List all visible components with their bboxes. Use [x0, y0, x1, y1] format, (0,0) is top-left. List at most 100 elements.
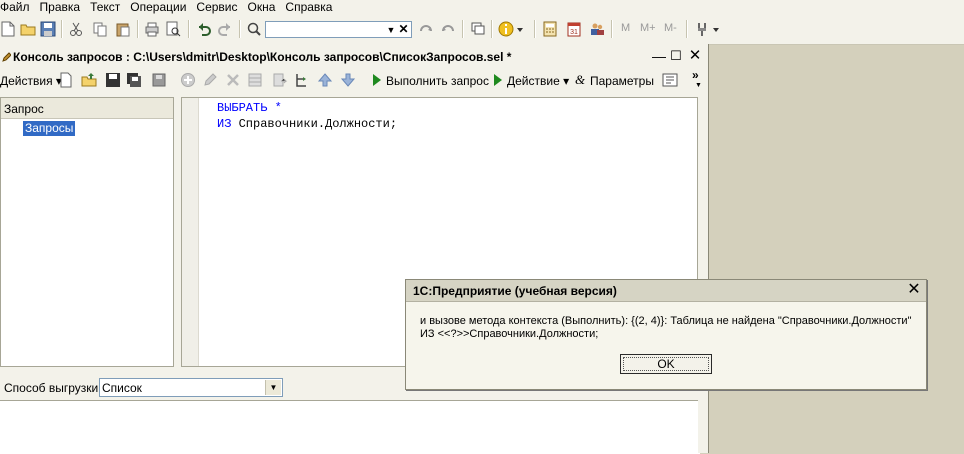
result-area[interactable]	[0, 400, 700, 454]
open-icon[interactable]	[81, 72, 97, 88]
menu-edit[interactable]: Правка	[35, 0, 86, 14]
undo-icon[interactable]	[196, 21, 212, 37]
hierarchy-icon[interactable]	[293, 72, 309, 88]
export-method-select[interactable]: Список ▼	[99, 378, 283, 397]
chevron-down-icon[interactable]	[516, 26, 524, 34]
dialog-title: 1С:Предприятие (учебная версия)	[413, 284, 617, 298]
memory-minus-button[interactable]: M-	[664, 22, 677, 34]
tools-icon[interactable]	[694, 21, 710, 37]
search-combo[interactable]: ▼ ✕	[265, 21, 412, 38]
select-star: *	[274, 101, 282, 115]
dialog-title-bar: 1С:Предприятие (учебная версия) ✕	[406, 280, 926, 302]
paste-icon[interactable]	[115, 21, 131, 37]
menu-text[interactable]: Текст	[85, 0, 125, 14]
close-icon[interactable]: ✕	[398, 22, 409, 37]
toolbar-separator	[137, 20, 139, 38]
console-scrollbar[interactable]	[698, 97, 708, 453]
find-previous-icon[interactable]	[418, 21, 434, 37]
chevron-down-icon[interactable]: ▼	[265, 380, 281, 395]
calculator-icon[interactable]	[542, 21, 558, 37]
error-dialog: 1С:Предприятие (учебная версия) ✕ и вызо…	[405, 279, 927, 390]
console-toolbar: Действия ▾ Выполнить запрос Действие ▾ &…	[0, 68, 708, 92]
toolbar-separator	[491, 20, 493, 38]
text-format-icon[interactable]	[662, 72, 678, 88]
chevron-down-icon[interactable]: ▼	[386, 24, 396, 36]
query-console-window: Консоль запросов : C:\Users\dmitr\Deskto…	[0, 44, 709, 454]
chevron-down-icon[interactable]: ▼	[695, 82, 702, 89]
info-icon[interactable]	[498, 21, 514, 37]
table-icon[interactable]	[247, 72, 263, 88]
save-as-icon[interactable]	[126, 72, 142, 88]
export-method-value: Список	[102, 381, 142, 395]
windows-icon[interactable]	[470, 21, 486, 37]
overflow-chevron-icon[interactable]: »	[692, 68, 699, 82]
dialog-message-line1: и вызове метода контекста (Выполнить): {…	[420, 315, 912, 327]
toolbar-separator	[534, 20, 536, 38]
delete-icon[interactable]	[225, 72, 241, 88]
document-arrow-icon[interactable]	[272, 72, 288, 88]
save-icon[interactable]	[105, 72, 121, 88]
toolbar-separator	[61, 20, 63, 38]
dialog-message: и вызове метода контекста (Выполнить): {…	[420, 315, 911, 341]
play-icon[interactable]	[368, 72, 384, 88]
menu-operations[interactable]: Операции	[125, 0, 191, 14]
query-tree-panel: Запрос Запросы	[0, 97, 174, 367]
tree-header-label: Запрос	[4, 102, 44, 116]
move-up-icon[interactable]	[317, 72, 333, 88]
copy-icon[interactable]	[92, 21, 108, 37]
run-query-button[interactable]: Выполнить запрос	[386, 74, 489, 88]
main-toolbar: ▼ ✕ 31 M M+ M-	[0, 14, 964, 45]
minimize-icon[interactable]: —	[652, 49, 666, 63]
toolbar-separator	[188, 20, 190, 38]
keyword-select: ВЫБРАТЬ	[217, 101, 268, 115]
maximize-icon[interactable]: ☐	[669, 49, 683, 63]
menu-windows[interactable]: Окна	[243, 0, 281, 14]
actions-menu-button[interactable]: Действия ▾	[0, 74, 62, 88]
calendar-icon[interactable]: 31	[566, 21, 582, 37]
print-preview-icon[interactable]	[165, 21, 181, 37]
move-down-icon[interactable]	[340, 72, 356, 88]
ampersand-icon: &	[575, 72, 586, 87]
play-icon[interactable]	[489, 72, 505, 88]
disk-icon[interactable]	[151, 72, 167, 88]
search-icon[interactable]	[246, 21, 262, 37]
pencil-icon	[2, 52, 11, 62]
print-icon[interactable]	[144, 21, 160, 37]
window-title-bar: Консоль запросов : C:\Users\dmitr\Deskto…	[0, 48, 708, 66]
action-label: Действие	[507, 74, 560, 88]
tree-item-queries[interactable]: Запросы	[23, 121, 76, 136]
search-input[interactable]	[266, 22, 385, 38]
memory-plus-button[interactable]: M+	[640, 22, 656, 34]
new-document-icon[interactable]	[58, 72, 74, 88]
toolbar-separator	[239, 20, 241, 38]
chevron-down-icon[interactable]	[712, 26, 720, 34]
tree-column-header[interactable]: Запрос	[1, 98, 173, 119]
parameters-button[interactable]: Параметры	[590, 74, 654, 88]
menu-bar: Файл Правка Текст Операции Сервис Окна С…	[0, 0, 964, 14]
close-icon[interactable]: ✕	[688, 48, 702, 63]
memory-button[interactable]: M	[621, 22, 630, 34]
users-icon[interactable]	[589, 21, 605, 37]
menu-help[interactable]: Справка	[280, 0, 337, 14]
actions-label: Действия	[0, 74, 53, 88]
ok-button[interactable]: OK	[620, 354, 712, 374]
menu-service[interactable]: Сервис	[191, 0, 242, 14]
find-next-icon[interactable]	[440, 21, 456, 37]
svg-text:31: 31	[570, 29, 578, 36]
toolbar-separator	[611, 20, 613, 38]
window-title: Консоль запросов : C:\Users\dmitr\Deskto…	[13, 50, 512, 64]
open-folder-icon[interactable]	[20, 21, 36, 37]
source-table: Справочники.Должности;	[238, 117, 398, 131]
query-code[interactable]: ВЫБРАТЬ * ИЗ Справочники.Должности;	[217, 100, 397, 132]
edit-pencil-icon[interactable]	[202, 72, 218, 88]
action-menu-button[interactable]: Действие ▾	[507, 74, 569, 88]
dialog-message-line2: ИЗ <<?>>Справочники.Должности;	[420, 328, 599, 340]
save-icon[interactable]	[40, 21, 56, 37]
menu-file[interactable]: Файл	[0, 0, 35, 14]
cut-icon[interactable]	[68, 21, 84, 37]
add-circle-icon[interactable]	[180, 72, 196, 88]
redo-icon[interactable]	[217, 21, 233, 37]
close-icon[interactable]: ✕	[906, 281, 922, 299]
export-method-label: Способ выгрузки:	[4, 381, 102, 395]
new-document-icon[interactable]	[0, 21, 16, 37]
